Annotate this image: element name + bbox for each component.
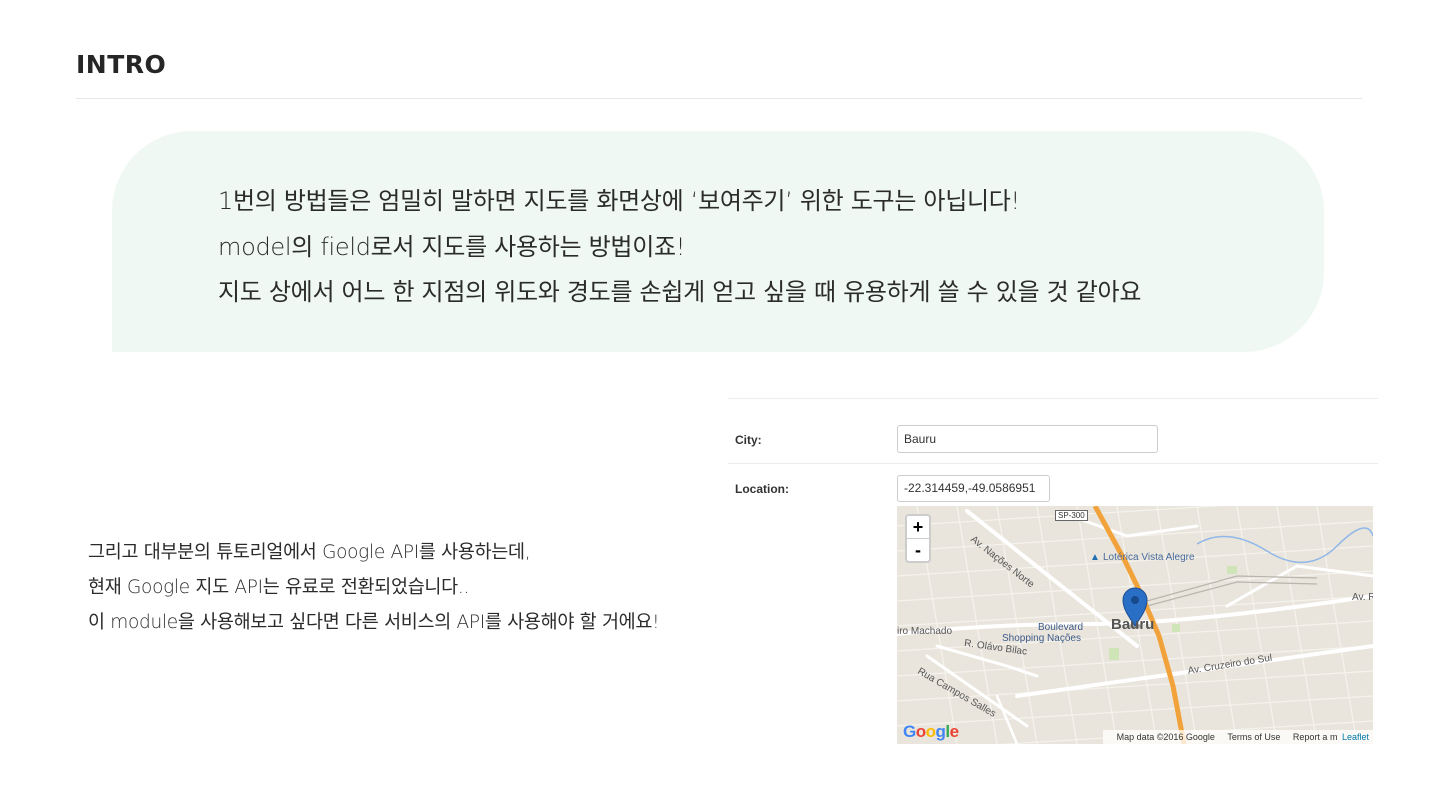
city-label: City:: [735, 433, 762, 447]
google-logo: Google: [903, 722, 959, 741]
location-map[interactable]: SP-300 + - Av. Nações Norte ▲ Lotérica V…: [897, 506, 1373, 744]
zoom-out-button[interactable]: -: [907, 538, 929, 561]
map-label-loterica: Lotérica Vista Alegre: [1103, 552, 1195, 563]
map-label-bauru: Bauru: [1111, 616, 1155, 633]
location-label: Location:: [735, 482, 789, 496]
map-label-shopping: Shopping Nações: [1002, 633, 1081, 644]
map-label-av-r: Av. R: [1352, 592, 1373, 603]
map-attribution: Map data ©2016 Google Terms of Use Repor…: [1102, 730, 1373, 744]
attribution-leaflet-link[interactable]: Leaflet: [1342, 732, 1369, 742]
zoom-in-button[interactable]: +: [907, 516, 929, 538]
form-top-divider: [728, 398, 1378, 399]
description-line-3: 이 module을 사용해보고 싶다면 다른 서비스의 API를 사용해야 할 …: [88, 612, 660, 633]
attribution-terms-link[interactable]: Terms of Use: [1227, 732, 1280, 742]
attribution-report-link[interactable]: Report a m: [1293, 732, 1338, 742]
section-title: INTRO: [76, 50, 167, 79]
city-input[interactable]: Bauru: [897, 425, 1158, 453]
header-divider: [76, 98, 1362, 99]
attribution-map-data: Map data ©2016 Google: [1116, 732, 1215, 742]
location-input[interactable]: -22.314459,-49.0586951: [897, 475, 1050, 502]
map-label-boulevard: Boulevard: [1038, 622, 1084, 633]
description-line-2: 현재 Google 지도 API는 유료로 전환되었습니다..: [88, 577, 470, 598]
map-label-machado: iro Machado: [897, 626, 953, 637]
road-shield: SP-300: [1055, 510, 1088, 521]
bubble-line-1: 1번의 방법들은 엄밀히 말하면 지도를 화면상에 ‘보여주기’ 위한 도구는 …: [218, 187, 1020, 215]
zoom-control: + -: [905, 514, 931, 563]
description-line-1: 그리고 대부분의 튜토리얼에서 Google API를 사용하는데,: [88, 542, 531, 563]
form-row-divider: [728, 463, 1378, 464]
bubble-line-3: 지도 상에서 어느 한 지점의 위도와 경도를 손쉽게 얻고 싶을 때 유용하게…: [218, 278, 1142, 306]
poi-icon: ▲: [1090, 552, 1100, 563]
bubble-line-2: model의 field로서 지도를 사용하는 방법이죠!: [218, 233, 686, 261]
